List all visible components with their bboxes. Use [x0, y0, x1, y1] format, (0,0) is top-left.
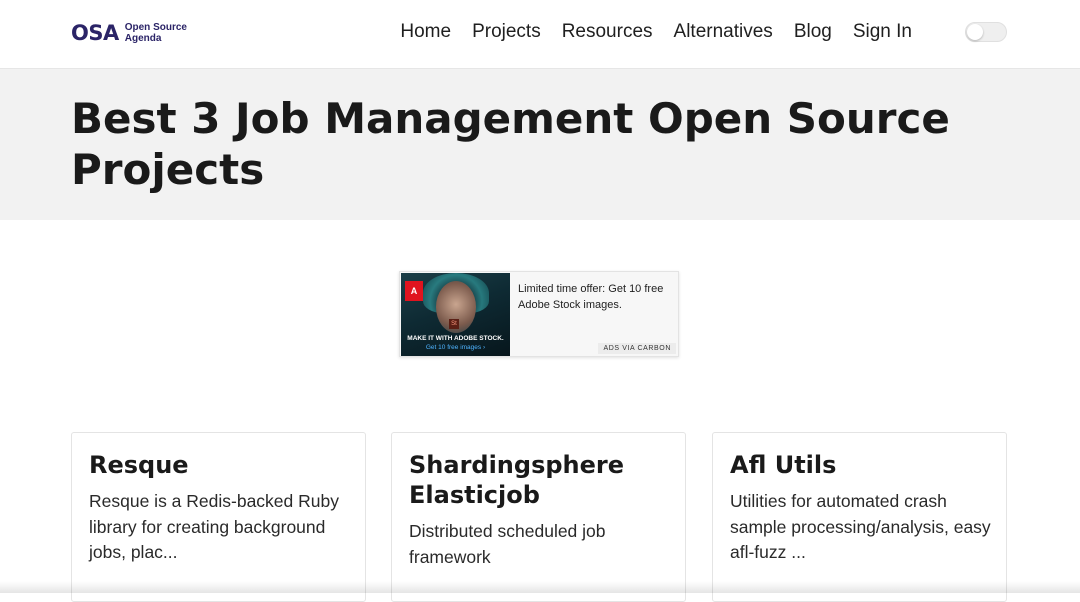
- viewport-bottom-shadow: [0, 581, 1080, 593]
- project-card-shardingsphere-elasticjob[interactable]: Shardingsphere Elasticjob Distributed sc…: [391, 432, 686, 602]
- project-card-resque[interactable]: Resque Resque is a Redis-backed Ruby lib…: [71, 432, 366, 602]
- toggle-switch-icon: [967, 24, 983, 40]
- ad-image-cta: Get 10 free images ›: [425, 344, 486, 351]
- logo-line-1: Open Source: [124, 22, 187, 33]
- project-description: Utilities for automated crash sample pro…: [730, 491, 991, 562]
- nav-blog[interactable]: Blog: [794, 21, 832, 43]
- page-title-line-2: Projects: [71, 145, 265, 194]
- stock-badge-icon: St: [449, 319, 459, 329]
- nav-projects[interactable]: Projects: [472, 21, 541, 43]
- project-description: Distributed scheduled job framework: [409, 521, 606, 567]
- project-title[interactable]: Resque: [89, 450, 354, 480]
- ad-image-caption: MAKE IT WITH ADOBE STOCK.: [407, 335, 504, 342]
- project-title[interactable]: Shardingsphere Elasticjob: [409, 450, 674, 510]
- main-nav: Home Projects Resources Alternatives Blo…: [400, 0, 1080, 64]
- nav-sign-in[interactable]: Sign In: [853, 21, 912, 43]
- nav-home[interactable]: Home: [400, 21, 451, 43]
- project-title[interactable]: Afl Utils: [730, 450, 995, 480]
- adobe-logo-icon: A: [405, 281, 423, 301]
- logo-line-2: Agenda: [124, 33, 162, 44]
- nav-alternatives[interactable]: Alternatives: [674, 21, 773, 43]
- ad-image[interactable]: A St MAKE IT WITH ADOBE STOCK. Get 10 fr…: [401, 273, 510, 356]
- project-description: Resque is a Redis-backed Ruby library fo…: [89, 491, 339, 562]
- logo-text: Open Source Agenda: [125, 22, 187, 44]
- ads-via-carbon-link[interactable]: ADS VIA CARBON: [598, 343, 676, 354]
- hero-banner: Best 3 Job Management Open Source Projec…: [0, 69, 1080, 220]
- ad-text[interactable]: Limited time offer: Get 10 free Adobe St…: [518, 281, 668, 313]
- theme-toggle[interactable]: [965, 22, 1007, 42]
- site-header: OSA Open Source Agenda Home Projects Res…: [0, 0, 1080, 69]
- project-card-afl-utils[interactable]: Afl Utils Utilities for automated crash …: [712, 432, 1007, 602]
- nav-resources[interactable]: Resources: [562, 21, 653, 43]
- page-title-line-1: Best 3 Job Management Open Source: [71, 94, 950, 143]
- carbon-ad[interactable]: A St MAKE IT WITH ADOBE STOCK. Get 10 fr…: [399, 271, 679, 357]
- logo-mark: OSA: [71, 21, 119, 45]
- page-title: Best 3 Job Management Open Source Projec…: [71, 93, 971, 195]
- site-logo[interactable]: OSA Open Source Agenda: [71, 19, 187, 47]
